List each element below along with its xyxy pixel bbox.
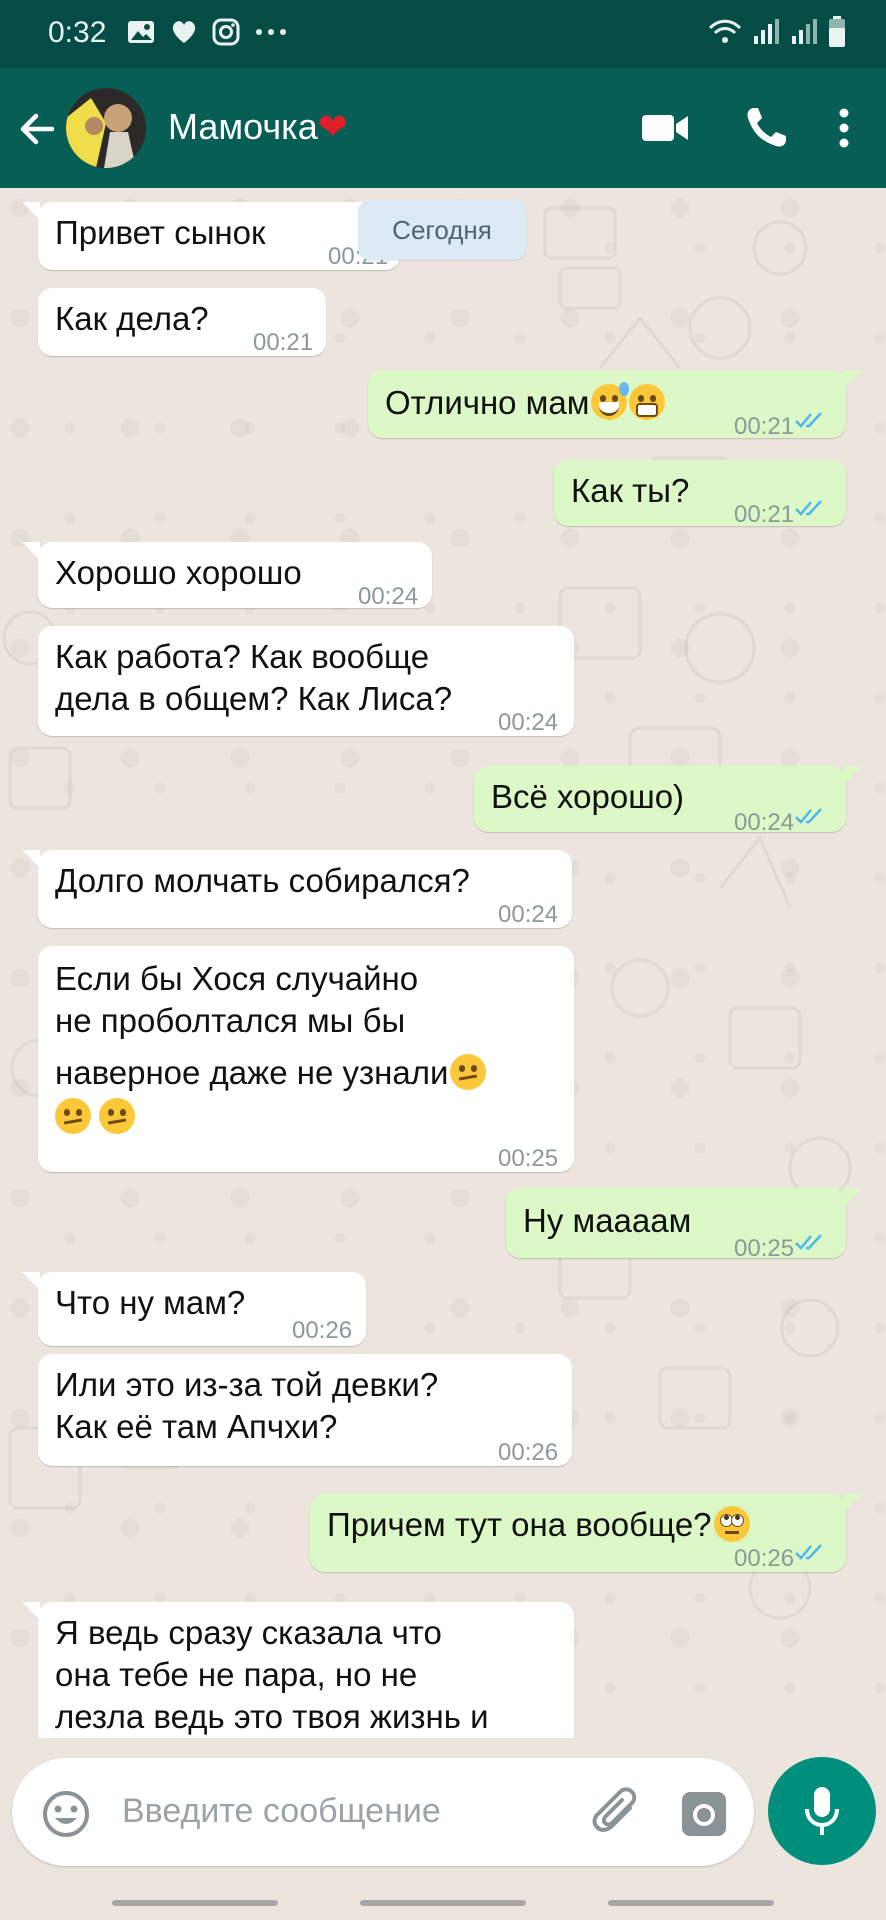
bubble-tail xyxy=(844,370,862,388)
mic-icon xyxy=(805,1787,839,1835)
video-call-icon[interactable] xyxy=(640,102,692,154)
message-text-line: Или это из-за той девки? xyxy=(55,1366,439,1403)
wifi-icon xyxy=(708,19,742,43)
message-time: 00:26 xyxy=(292,1317,353,1344)
heart-icon xyxy=(172,21,196,43)
outgoing-message[interactable]: Как ты? 00:21 xyxy=(554,460,846,528)
incoming-message[interactable]: Что ну мам? 00:26 xyxy=(22,1272,366,1346)
incoming-message[interactable]: Привет сынок 00:21 xyxy=(22,202,400,270)
incoming-message[interactable]: Как работа? Как вообще дела в общем? Как… xyxy=(38,626,574,736)
message-text: Отлично мам xyxy=(385,382,666,424)
nav-home-button[interactable] xyxy=(360,1900,526,1906)
nav-back-button[interactable] xyxy=(608,1900,774,1906)
battery-icon xyxy=(829,16,845,47)
message-time: 00:21 xyxy=(734,501,795,528)
signal-2-icon xyxy=(792,19,817,44)
bubble-tail xyxy=(22,1602,40,1620)
nav-recents-button[interactable] xyxy=(112,1900,278,1906)
message-text-line: лезла ведь это твоя жизнь и xyxy=(55,1698,489,1735)
read-ticks-icon xyxy=(795,412,822,428)
message-time: 00:21 xyxy=(253,329,314,356)
message-time: 00:26 xyxy=(498,1439,559,1466)
bubble-tail xyxy=(844,766,862,784)
gallery-icon xyxy=(128,21,154,43)
back-arrow-icon[interactable] xyxy=(12,104,62,154)
message-time: 00:25 xyxy=(498,1145,559,1172)
message-text-line: Как работа? Как вообще xyxy=(55,638,430,675)
heart-emoji: ❤ xyxy=(317,106,348,147)
message-text: Хорошо хорошо xyxy=(55,554,302,591)
message-time: 00:26 xyxy=(734,1545,795,1572)
attach-icon[interactable] xyxy=(590,1786,646,1842)
system-icons xyxy=(708,16,846,48)
read-ticks-icon xyxy=(795,500,822,516)
message-text-line: она тебе не пара, но не xyxy=(55,1656,418,1693)
read-ticks-icon xyxy=(795,1234,822,1250)
message-text-line: не проболтался мы бы xyxy=(55,1002,406,1039)
grimace-emoji xyxy=(629,384,666,420)
incoming-message[interactable]: Как дела? 00:21 xyxy=(38,288,326,356)
incoming-message[interactable]: Хорошо хорошо 00:24 xyxy=(22,542,432,610)
bubble-tail xyxy=(844,1494,862,1512)
message-text-line: наверное даже не узнали xyxy=(55,1052,487,1094)
more-vert-icon[interactable] xyxy=(818,102,870,154)
signal-1-icon xyxy=(754,19,779,44)
read-ticks-icon xyxy=(795,808,822,824)
message-text: Всё хорошо) xyxy=(491,778,685,815)
camera-icon[interactable] xyxy=(676,1786,732,1842)
message-time: 00:25 xyxy=(734,1235,795,1262)
contact-name[interactable]: Мамочка❤ xyxy=(168,106,348,148)
message-text: Как дела? xyxy=(55,300,209,337)
message-time: 00:24 xyxy=(358,583,419,610)
message-time: 00:24 xyxy=(734,809,795,836)
bubble-tail xyxy=(22,202,40,220)
message-text: Причем тут она вообще? xyxy=(327,1504,750,1546)
confused-emoji xyxy=(99,1098,135,1134)
bubble-tail xyxy=(22,1272,40,1290)
message-text: Привет сынок xyxy=(55,214,266,251)
eye-roll-emoji xyxy=(713,1506,750,1542)
voice-message-button[interactable] xyxy=(768,1757,876,1865)
message-text: Ну маааам xyxy=(523,1202,692,1239)
message-time: 00:24 xyxy=(498,709,559,736)
notification-icons xyxy=(126,18,288,46)
status-time: 0:32 xyxy=(48,16,107,49)
message-text-line: Как её там Апчхи? xyxy=(55,1408,338,1445)
chat-header: Мамочка❤ xyxy=(0,68,886,188)
chat-area[interactable]: Привет сынок 00:21 Как дела? 00:21 Отлич… xyxy=(0,188,886,1738)
incoming-message[interactable]: Я ведь сразу сказала что она тебе не пар… xyxy=(22,1602,574,1738)
message-placeholder: Введите сообщение xyxy=(122,1792,441,1830)
status-bar: 0:32 xyxy=(0,0,886,68)
more-notifications-icon xyxy=(256,29,286,35)
outgoing-message[interactable]: Всё хорошо) 00:24 xyxy=(474,766,862,836)
message-text-line: Если бы Хося случайно xyxy=(55,960,419,997)
outgoing-message[interactable]: Ну маааам 00:25 xyxy=(506,1188,862,1262)
bubble-tail xyxy=(22,542,40,560)
bubble-tail xyxy=(22,850,40,868)
message-time: 00:21 xyxy=(734,413,795,440)
message-text: Что ну мам? xyxy=(55,1284,246,1321)
incoming-message[interactable]: Если бы Хося случайно не проболтался мы … xyxy=(38,946,574,1172)
sweat-smile-emoji xyxy=(591,382,630,420)
message-input[interactable]: Введите сообщение xyxy=(12,1758,754,1866)
contact-avatar[interactable] xyxy=(66,88,146,168)
read-ticks-icon xyxy=(795,1544,822,1560)
message-text-line: дела в общем? Как Лиса? xyxy=(55,680,453,717)
message-text: Как ты? xyxy=(571,472,690,509)
emoji-line xyxy=(55,1096,135,1138)
confused-emoji xyxy=(55,1098,91,1134)
instagram-icon xyxy=(212,18,240,46)
confused-emoji xyxy=(450,1054,487,1090)
message-text-line: Я ведь сразу сказала что xyxy=(55,1614,442,1651)
message-time: 00:24 xyxy=(498,901,559,928)
bubble-tail xyxy=(844,1188,862,1206)
emoji-icon[interactable] xyxy=(40,1788,92,1840)
date-chip: Сегодня xyxy=(358,200,526,260)
phone-icon[interactable] xyxy=(740,102,792,154)
incoming-message[interactable]: Или это из-за той девки? Как её там Апчх… xyxy=(38,1354,572,1466)
outgoing-message[interactable]: Причем тут она вообще? 00:26 xyxy=(310,1494,862,1572)
outgoing-message[interactable]: Отлично мам 00:21 xyxy=(368,370,862,440)
message-text: Долго молчать собирался? xyxy=(55,862,470,899)
incoming-message[interactable]: Долго молчать собирался? 00:24 xyxy=(22,850,572,928)
